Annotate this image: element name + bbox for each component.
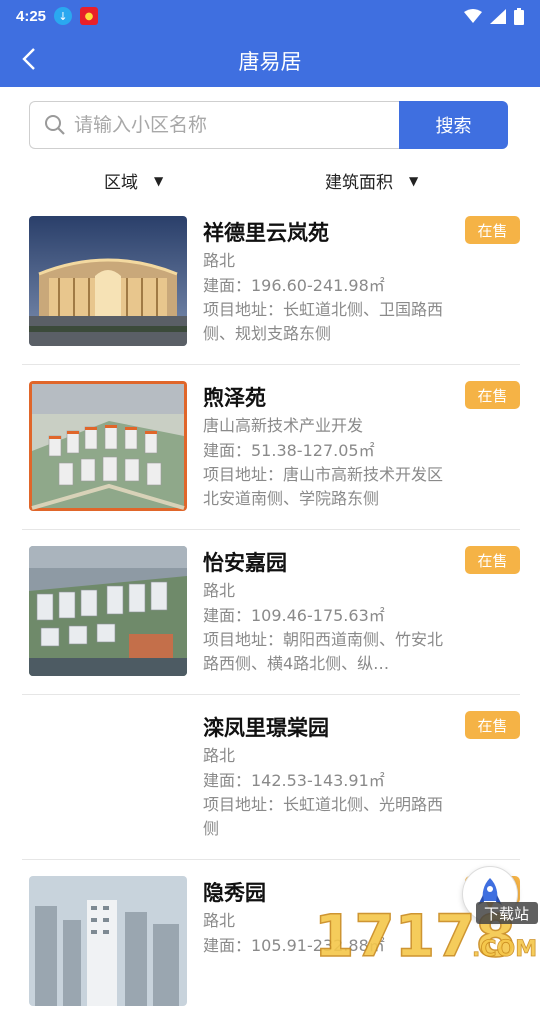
- listing-area: 建面：142.53-143.91㎡: [203, 771, 385, 790]
- status-bar: 4:25 ↓ ●: [0, 0, 540, 32]
- listing-area: 建面：196.60-241.98㎡: [203, 276, 385, 295]
- dropdown-triangle-icon: ▼: [154, 173, 164, 188]
- status-badge: 在售: [465, 216, 520, 244]
- listing-address: 项目地址：朝阳西道南侧、竹安北路西侧、横4路北侧、纵…: [203, 630, 444, 673]
- signal-icon: [490, 8, 506, 24]
- listing-district: 路北: [203, 746, 236, 765]
- listing-name: 煦泽苑: [203, 386, 266, 410]
- search-input[interactable]: [74, 114, 374, 136]
- status-badge: 在售: [465, 381, 520, 409]
- status-badge: 在售: [465, 546, 520, 574]
- search-bar: 搜索: [29, 101, 508, 149]
- listing-info: 滦凤里璟棠园 路北 建面：142.53-143.91㎡ 项目地址：长虹道北侧、光…: [203, 713, 455, 841]
- listing-district: 路北: [203, 581, 236, 600]
- search-field[interactable]: [29, 101, 399, 149]
- listing-address: 项目地址：长虹道北侧、卫国路西侧、规划支路东侧: [203, 300, 444, 343]
- listing-photo: [29, 381, 187, 511]
- listing-name: 祥德里云岚苑: [203, 221, 329, 245]
- watermark-domain: .COM: [472, 937, 537, 960]
- listing-area: 建面：51.38-127.05㎡: [203, 441, 375, 460]
- listing-item[interactable]: 煦泽苑 唐山高新技术产业开发 建面：51.38-127.05㎡ 项目地址：唐山市…: [22, 365, 520, 530]
- listing-item[interactable]: 祥德里云岚苑 路北 建面：196.60-241.98㎡ 项目地址：长虹道北侧、卫…: [22, 200, 520, 365]
- size-filter[interactable]: 建筑面积 ▼: [325, 168, 418, 193]
- listing-item[interactable]: 滦凤里璟棠园 路北 建面：142.53-143.91㎡ 项目地址：长虹道北侧、光…: [22, 695, 520, 860]
- area-filter[interactable]: 区域 ▼: [104, 168, 163, 193]
- listing-info: 煦泽苑 唐山高新技术产业开发 建面：51.38-127.05㎡ 项目地址：唐山市…: [203, 383, 455, 511]
- listing-photo: [29, 876, 187, 1006]
- dropdown-triangle-icon: ▼: [409, 173, 419, 188]
- app-notification-icon: ●: [80, 7, 99, 25]
- status-time: 4:25: [16, 7, 47, 25]
- listing-info: 祥德里云岚苑 路北 建面：196.60-241.98㎡ 项目地址：长虹道北侧、卫…: [203, 218, 455, 346]
- download-notification-icon: ↓: [54, 7, 73, 25]
- status-badge: 在售: [465, 711, 520, 739]
- search-button[interactable]: 搜索: [399, 101, 508, 149]
- listing-district: 路北: [203, 251, 236, 270]
- listing-photo-placeholder: [29, 711, 187, 841]
- page-title: 唐易居: [238, 50, 302, 74]
- battery-icon: [514, 7, 524, 25]
- listing-photo: [29, 546, 187, 676]
- listing-address: 项目地址：唐山市高新技术开发区北安道南侧、学院路东侧: [203, 465, 444, 508]
- watermark-logo: 17178 .COM 下载站: [312, 898, 540, 971]
- watermark-tag: 下载站: [484, 905, 529, 923]
- listing-item[interactable]: 怡安嘉园 路北 建面：109.46-175.63㎡ 项目地址：朝阳西道南侧、竹安…: [22, 530, 520, 695]
- app-bar: 唐易居: [0, 32, 540, 87]
- search-icon: [45, 115, 65, 135]
- filter-bar: 区域 ▼ 建筑面积 ▼: [0, 168, 540, 196]
- listing-photo: [29, 216, 187, 346]
- wifi-icon: [464, 8, 482, 23]
- listing-area: 建面：109.46-175.63㎡: [203, 606, 385, 625]
- size-filter-label: 建筑面积: [325, 173, 393, 193]
- listing-name: 滦凤里璟棠园: [203, 716, 329, 740]
- listing-district: 唐山高新技术产业开发: [203, 416, 364, 435]
- listing-info: 怡安嘉园 路北 建面：109.46-175.63㎡ 项目地址：朝阳西道南侧、竹安…: [203, 548, 455, 676]
- listing-address: 项目地址：长虹道北侧、光明路西侧: [203, 795, 444, 838]
- listing-name: 怡安嘉园: [203, 551, 287, 575]
- area-filter-label: 区域: [104, 173, 138, 193]
